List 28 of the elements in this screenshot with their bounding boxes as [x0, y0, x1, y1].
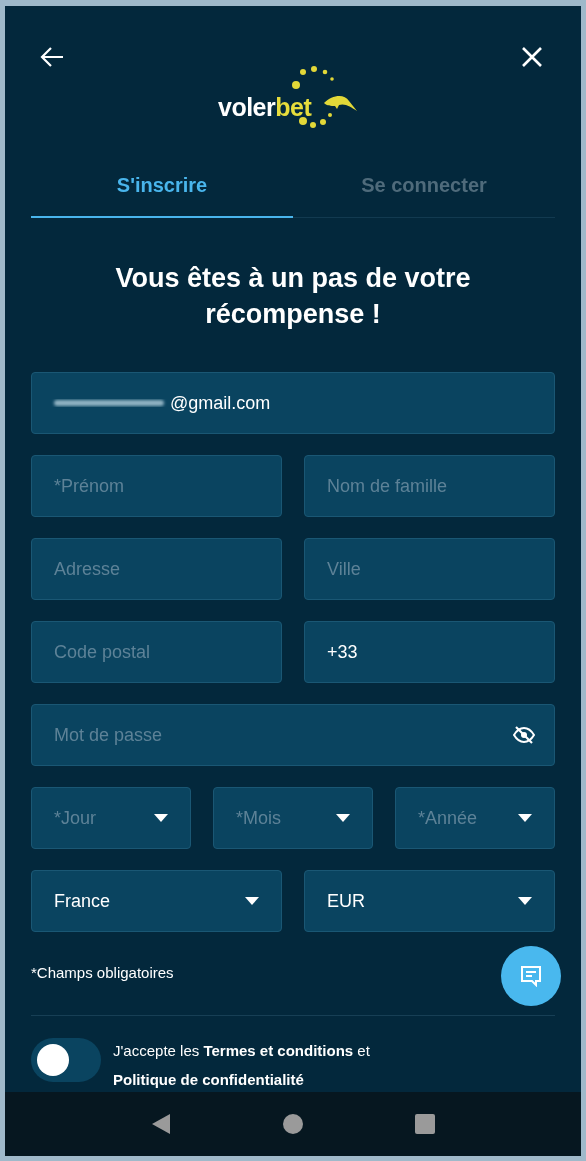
- home-nav-icon[interactable]: [283, 1114, 303, 1134]
- required-note: *Champs obligatoires: [31, 963, 174, 983]
- input-field[interactable]: *Prénom: [31, 455, 282, 517]
- input-field[interactable]: Nom de famille: [304, 455, 555, 517]
- input-field[interactable]: Ville: [304, 538, 555, 600]
- eye-slash-icon[interactable]: [513, 726, 535, 744]
- select-field[interactable]: EUR: [304, 870, 555, 932]
- input-field[interactable]: Code postal: [31, 621, 282, 683]
- chat-icon: [519, 965, 543, 987]
- input-field[interactable]: Adresse: [31, 538, 282, 600]
- consent-text: J'accepte les Termes et conditions et Politique de confidentialité: [113, 1040, 371, 1090]
- dropdown-caret-icon: [336, 814, 350, 822]
- logo-text: volerbet: [218, 92, 312, 123]
- password-field[interactable]: Mot de passe: [31, 704, 555, 766]
- tab[interactable]: S'inscrire: [31, 156, 293, 218]
- page-heading: Vous êtes à un pas de votre récompense !: [114, 262, 472, 331]
- input-field[interactable]: @gmail.com: [31, 372, 555, 434]
- dropdown-caret-icon: [245, 897, 259, 905]
- dropdown-caret-icon: [154, 814, 168, 822]
- close-icon[interactable]: [521, 44, 543, 68]
- back-nav-icon[interactable]: [151, 1113, 171, 1135]
- input-field[interactable]: +33: [304, 621, 555, 683]
- dropdown-caret-icon: [518, 897, 532, 905]
- chat-button[interactable]: [501, 946, 561, 1006]
- back-arrow-icon[interactable]: [39, 44, 65, 68]
- dropdown-caret-icon: [518, 814, 532, 822]
- toggle-switch[interactable]: [31, 1037, 101, 1082]
- select-field[interactable]: France: [31, 870, 282, 932]
